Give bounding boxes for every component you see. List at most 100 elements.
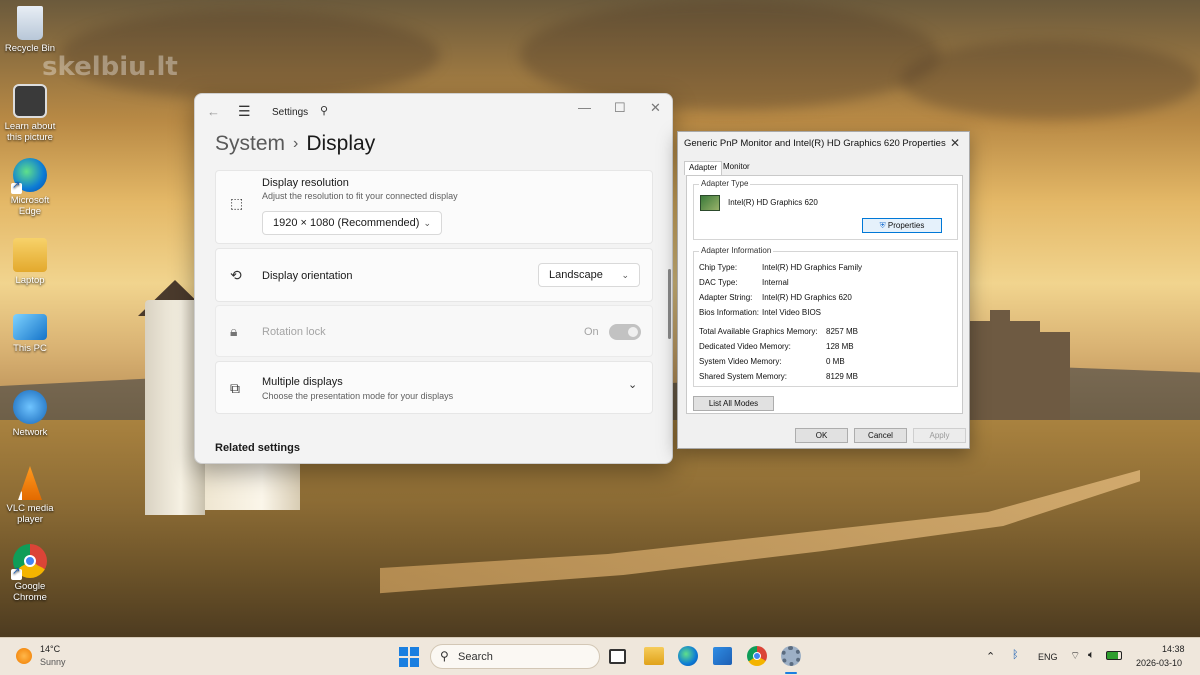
orientation-value: Landscape [549, 269, 603, 281]
language-indicator[interactable]: ENG [1038, 652, 1058, 662]
memory-key: Shared System Memory: [699, 372, 788, 381]
rotation-lock-state: On [584, 326, 599, 338]
search-icon[interactable]: ⚲ [320, 104, 328, 117]
adapter-type-group: Adapter Type Intel(R) HD Graphics 620 ⛨ … [693, 179, 958, 240]
rotation-lock-toggle[interactable] [609, 324, 641, 340]
info-key: Adapter String: [699, 293, 753, 302]
desktop-icon-label: Recycle Bin [4, 43, 56, 54]
desktop-icon-chrome[interactable]: Google Chrome [2, 544, 58, 603]
edge-icon[interactable] [678, 646, 698, 666]
adapter-properties-button[interactable]: ⛨ Properties [862, 218, 942, 233]
multiple-displays-card[interactable]: ⧉ Multiple displays Choose the presentat… [215, 361, 653, 414]
chrome-icon[interactable] [747, 646, 767, 666]
desktop-icon-this-pc[interactable]: This PC [2, 314, 58, 354]
orientation-label: Display orientation [262, 270, 353, 282]
chrome-icon [11, 544, 47, 580]
memory-value: 128 MB [826, 342, 854, 351]
battery-icon[interactable] [1106, 651, 1122, 660]
info-key: DAC Type: [699, 278, 738, 287]
desktop-icon-network[interactable]: Network [2, 390, 58, 438]
weather-desc: Sunny [40, 657, 66, 667]
chevron-down-icon[interactable]: ⌄ [628, 378, 637, 391]
info-key: Chip Type: [699, 263, 738, 272]
cancel-button[interactable]: Cancel [854, 428, 907, 443]
file-explorer-icon[interactable] [644, 647, 664, 665]
settings-app-title: Settings [272, 107, 309, 118]
related-settings-heading: Related settings [215, 442, 300, 454]
resolution-icon: ⬚ [230, 195, 244, 211]
adapter-name: Intel(R) HD Graphics 620 [728, 198, 818, 207]
rotation-lock-icon: 🔒︎ [230, 323, 238, 339]
weather-widget[interactable]: 14°C Sunny [14, 644, 84, 670]
memory-value: 8257 MB [826, 327, 859, 336]
minimize-icon[interactable]: — [578, 100, 591, 115]
vlc-cone-icon [18, 466, 42, 500]
tab-adapter[interactable]: Adapter [684, 161, 723, 175]
desktop-icon-learn-picture[interactable]: Learn about this picture [2, 84, 58, 143]
apply-button[interactable]: Apply [913, 428, 966, 443]
adapter-tab-panel: Adapter Type Intel(R) HD Graphics 620 ⛨ … [686, 175, 963, 414]
monitor-icon [13, 314, 47, 340]
breadcrumb: System › Display [215, 132, 375, 156]
display-orientation-card: ⟲ Display orientation Landscape ⌄ [215, 248, 653, 302]
resolution-value: 1920 × 1080 (Recommended) [273, 217, 420, 229]
back-arrow-icon[interactable]: ← [207, 104, 220, 119]
hamburger-menu-icon[interactable]: ☰ [238, 103, 251, 120]
orientation-dropdown[interactable]: Landscape ⌄ [538, 263, 640, 287]
desktop-icon-edge[interactable]: Microsoft Edge [2, 158, 58, 217]
memory-value: 0 MB [826, 357, 845, 366]
desktop-icon-label: Network [12, 427, 48, 438]
close-icon[interactable]: ✕ [950, 136, 960, 150]
graphics-card-icon [700, 195, 720, 211]
settings-gear-icon[interactable] [781, 646, 801, 666]
info-value: Intel(R) HD Graphics Family [762, 263, 863, 272]
dialog-title: Generic PnP Monitor and Intel(R) HD Grap… [684, 138, 946, 149]
multiple-displays-icon: ⧉ [230, 380, 240, 396]
taskbar-search-box[interactable]: ⚲ Search [430, 644, 600, 669]
volume-icon[interactable]: 🔈︎ [1088, 649, 1095, 662]
desktop-icon-label: Laptop [15, 275, 45, 286]
desktop-icon-label: Learn about this picture [4, 121, 56, 143]
weather-temp: 14°C [40, 644, 61, 654]
list-all-modes-button[interactable]: List All Modes [693, 396, 774, 411]
properties-button-label: Properties [887, 221, 925, 230]
search-placeholder: Search [458, 651, 493, 663]
tab-monitor[interactable]: Monitor [719, 161, 754, 175]
settings-scrollbar[interactable] [668, 269, 671, 339]
adapter-info-label: Adapter Information [699, 246, 774, 255]
resolution-dropdown[interactable]: 1920 × 1080 (Recommended) ⌄ [262, 211, 442, 235]
edge-icon [11, 158, 47, 194]
memory-key: Dedicated Video Memory: [699, 342, 791, 351]
microsoft-store-icon[interactable] [713, 647, 732, 665]
multiple-displays-description: Choose the presentation mode for your di… [262, 391, 454, 401]
folder-user-icon [13, 238, 47, 272]
orientation-icon: ⟲ [230, 267, 242, 283]
clock-date[interactable]: 2026-03-10 [1136, 658, 1182, 668]
desktop-icon-vlc[interactable]: VLC media player [2, 466, 58, 525]
desktop-icon-laptop[interactable]: Laptop [2, 238, 58, 286]
maximize-icon[interactable]: ☐ [614, 100, 626, 116]
recycle-bin-icon [17, 6, 43, 40]
task-view-icon[interactable] [609, 649, 626, 664]
settings-window: ← ☰ Settings ⚲ — ☐ ✕ System › Display ⬚ Di… [194, 93, 673, 464]
active-app-indicator [785, 672, 797, 674]
info-value: Intel(R) HD Graphics 620 [762, 293, 852, 302]
desktop-icon-recycle-bin[interactable]: Recycle Bin [2, 6, 58, 54]
close-icon[interactable]: ✕ [650, 100, 661, 116]
settings-titlebar: ← ☰ Settings ⚲ — ☐ ✕ [195, 94, 672, 130]
breadcrumb-system[interactable]: System [215, 132, 285, 155]
clock-time[interactable]: 14:38 [1162, 644, 1185, 654]
desktop-icon-label: Microsoft Edge [10, 195, 50, 217]
ok-button[interactable]: OK [795, 428, 848, 443]
adapter-information-group: Adapter Information Chip Type: Intel(R) … [693, 246, 958, 387]
windows-start-icon[interactable] [399, 647, 419, 667]
bluetooth-icon[interactable]: ᛒ [1012, 649, 1019, 661]
sun-icon [16, 648, 32, 664]
multiple-displays-label: Multiple displays [262, 376, 343, 388]
breadcrumb-chevron-icon: › [293, 135, 299, 152]
memory-key: System Video Memory: [699, 357, 782, 366]
chevron-up-icon[interactable]: ⌃ [986, 650, 995, 663]
adapter-type-label: Adapter Type [699, 179, 751, 188]
wifi-icon[interactable]: ⌔ [1070, 649, 1080, 663]
shield-icon: ⛨ [879, 221, 886, 230]
